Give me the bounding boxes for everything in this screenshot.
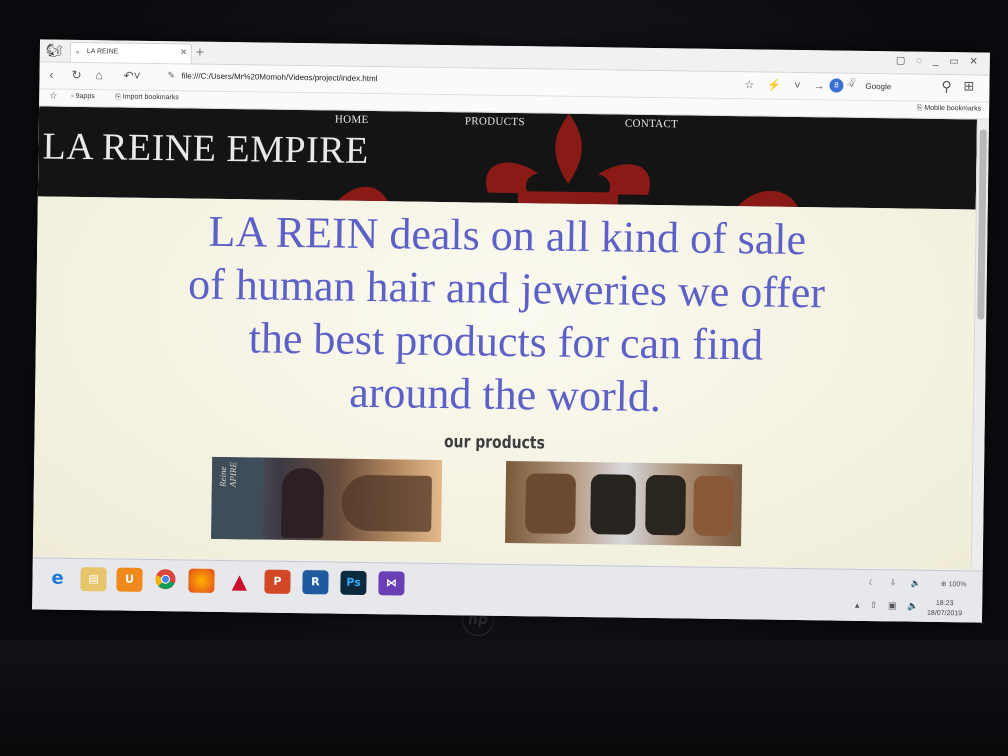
search-engine-icon[interactable]: 8	[829, 78, 844, 93]
autocad-icon[interactable]: ▲	[226, 569, 252, 593]
nav-products-link[interactable]: PRODUCTS	[465, 115, 525, 128]
mobile-bookmarks-label: Mobile bookmarks	[924, 104, 982, 113]
page-icon: ▫	[75, 46, 80, 57]
mouse-cursor-icon: ➚	[846, 74, 857, 89]
hero-text: LA REIN deals on all kind of sale of hum…	[187, 206, 826, 422]
bookmark-import[interactable]: ⎘ Import bookmarks	[115, 93, 179, 102]
hero-section: LA REIN deals on all kind of sale of hum…	[32, 196, 976, 570]
visual-studio-icon[interactable]: ⋈	[378, 571, 405, 596]
powerpoint-icon[interactable]: P	[264, 569, 291, 594]
scroll-thumb[interactable]	[977, 129, 987, 320]
system-tray[interactable]: ▴ ⇧ ▣ 🔈	[855, 600, 922, 612]
nav-contact-link[interactable]: CONTACT	[625, 118, 678, 131]
url-actions[interactable]: ☆ ⚡ ˅ →	[744, 78, 829, 92]
clock[interactable]: 18:23 18/07/2019	[927, 599, 962, 619]
reload-icon[interactable]: ↻	[71, 68, 81, 82]
local-file-icon: ✎	[167, 70, 176, 81]
hair-bundle	[645, 474, 687, 536]
zoom-level[interactable]: ⊕ 100%	[941, 580, 967, 588]
new-tab-button[interactable]: +	[196, 44, 204, 60]
hair-bundle	[525, 473, 577, 534]
address-bar[interactable]: ✎ file:///C:/Users/Mr%20Momoh/Videos/pro…	[167, 70, 727, 92]
bookmark-label: 9apps	[75, 92, 95, 101]
home-icon[interactable]: ⌂	[95, 68, 102, 82]
file-explorer-icon[interactable]: ▤	[80, 567, 107, 592]
ie-icon[interactable]: e	[44, 567, 70, 591]
keyboard-area	[0, 640, 1008, 756]
hair-bundle	[341, 474, 432, 532]
status-icons[interactable]: ☾ ⇩ 🔈	[868, 578, 926, 588]
product-image-1[interactable]: Reine APIRE	[211, 456, 443, 543]
uc-browser-logo-icon: 🐿	[45, 42, 63, 58]
screen: 🐿 ▫ LA REINE × + ▢ ◌ _ ▭ ✕ ‹ ↻ ⌂ ↶˅ ✎ fi…	[32, 39, 990, 623]
zoom-value: 100%	[948, 581, 967, 589]
bookmark-9apps[interactable]: ▫ 9apps	[71, 93, 95, 100]
clock-date: 18/07/2019	[927, 609, 963, 618]
undo-icon[interactable]: ↶˅	[123, 69, 140, 83]
page-viewport: HOME PRODUCTS CONTACT LA REINE EMPIRE LA…	[32, 106, 977, 570]
star-icon[interactable]: ☆	[49, 91, 57, 102]
back-icon[interactable]: ‹	[49, 68, 53, 82]
hair-bundle	[590, 474, 637, 535]
nav-home-link[interactable]: HOME	[335, 114, 369, 126]
search-engine-name[interactable]: Google	[865, 82, 891, 91]
menu-icon[interactable]: ⊞	[963, 78, 974, 94]
tab-title: LA REINE	[86, 48, 119, 56]
products-heading: our products	[443, 432, 545, 454]
site-header: HOME PRODUCTS CONTACT LA REINE EMPIRE	[37, 106, 977, 210]
clock-time: 18:23	[935, 599, 954, 608]
model-portrait	[281, 467, 325, 539]
chrome-icon[interactable]	[152, 568, 178, 592]
bookmark-label: Import bookmarks	[122, 93, 179, 102]
product-image-2[interactable]	[505, 460, 743, 547]
url-text[interactable]: file:///C:/Users/Mr%20Momoh/Videos/proje…	[181, 71, 377, 83]
product-cover-text: Reine APIRE	[217, 462, 239, 488]
search-icon[interactable]: ⚲	[941, 78, 951, 95]
browser-tab[interactable]: ▫ LA REINE ×	[69, 41, 192, 64]
site-title: LA REINE EMPIRE	[42, 125, 370, 172]
uc-browser-icon[interactable]: U	[116, 567, 143, 592]
tab-close-icon[interactable]: ×	[180, 46, 187, 58]
firefox-icon[interactable]	[188, 568, 215, 593]
product-cover: Reine APIRE	[211, 456, 265, 540]
revit-icon[interactable]: R	[302, 570, 329, 595]
mobile-bookmarks[interactable]: ⎘ Mobile bookmarks	[917, 105, 981, 114]
window-controls[interactable]: ▢ ◌ _ ▭ ✕	[896, 55, 982, 67]
hair-bundle	[693, 475, 734, 537]
photoshop-icon[interactable]: Ps	[340, 570, 367, 596]
